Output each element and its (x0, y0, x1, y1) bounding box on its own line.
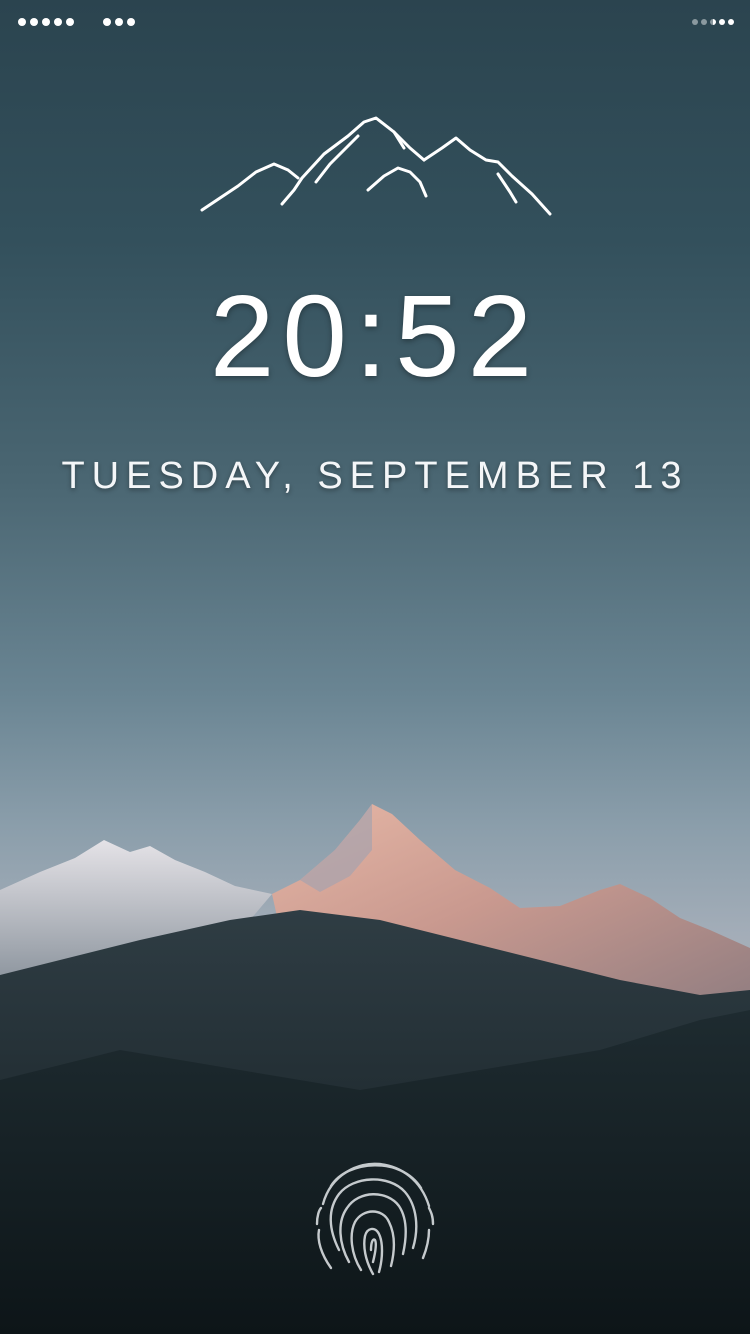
status-bar (0, 0, 750, 44)
clock-time: 20:52 (209, 271, 541, 401)
wifi-dots-icon (103, 18, 135, 26)
battery-dots-icon (692, 19, 734, 25)
lock-screen: 20:52 TUESDAY, SEPTEMBER 13 (0, 0, 750, 1334)
signal-dots-icon (18, 18, 74, 26)
date-label: TUESDAY, SEPTEMBER 13 (61, 455, 689, 497)
fingerprint-icon[interactable] (309, 1150, 441, 1280)
mountain-logo-icon (200, 116, 552, 216)
